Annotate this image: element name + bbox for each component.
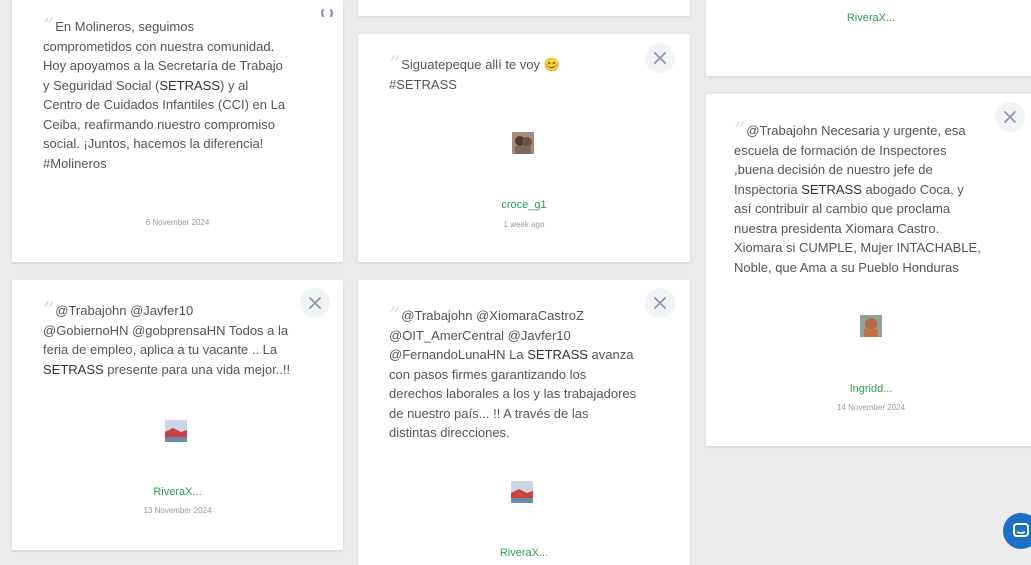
post-card[interactable]: ”@Trabajohn @XiomaraCastroZ @OIT_AmerCen… — [358, 280, 690, 565]
keyword-highlight: SETRASS — [801, 181, 862, 197]
avatar[interactable] — [860, 315, 882, 337]
post-card[interactable]: RiveraX... — [706, 0, 1031, 76]
quote-icon: ” — [43, 15, 55, 40]
post-text: ”En Molineros, seguimos comprometidos co… — [43, 15, 286, 171]
post-date: 13 November 2024 — [143, 506, 212, 515]
post-date: 14 November 2024 — [836, 403, 906, 412]
social-wall: ”En Molineros, seguimos comprometidos co… — [0, 0, 1031, 565]
post-text: ”@Trabajohn @Javfer10 @GobiernoHN @gobpr… — [43, 299, 291, 377]
post-text: ”@Trabajohn @XiomaraCastroZ @OIT_AmerCen… — [389, 304, 637, 441]
quote-icon: ” — [734, 119, 746, 144]
quote-icon: ” — [389, 304, 401, 329]
author-name[interactable]: Ingridd... — [706, 383, 1031, 395]
quote-icon: ” — [43, 299, 55, 324]
author-name[interactable]: croce_g1 — [358, 199, 690, 211]
post-card[interactable] — [358, 0, 690, 16]
keyword-highlight: SETRASS — [43, 361, 104, 377]
avatar[interactable] — [512, 132, 534, 154]
quote-icon: ” — [389, 53, 401, 78]
chat-icon[interactable] — [1003, 513, 1031, 549]
post-card[interactable]: ”En Molineros, seguimos comprometidos co… — [12, 0, 343, 262]
avatar[interactable] — [511, 481, 533, 503]
post-card[interactable]: ”Siguatepeque allí te voy 😊 #SETRASS cro… — [358, 34, 690, 262]
post-date: 6 November 2024 — [145, 218, 210, 227]
author-name[interactable]: RiveraX... — [358, 547, 690, 559]
keyword-highlight: SETRASS — [159, 77, 221, 93]
smile-emoji: 😊 — [543, 57, 560, 72]
post-text: ”@Trabajohn Necesaria y urgente, esa esc… — [734, 119, 981, 275]
author-name[interactable]: RiveraX... — [706, 12, 1031, 24]
author-name[interactable]: RiveraX... — [12, 486, 343, 498]
avatar[interactable] — [165, 420, 187, 442]
post-text: ”Siguatepeque allí te voy 😊 #SETRASS — [389, 53, 560, 92]
post-date: 1 week ago — [503, 220, 545, 229]
keyword-highlight: SETRASS — [527, 347, 588, 362]
post-card[interactable]: ”@Trabajohn @Javfer10 @GobiernoHN @gobpr… — [12, 280, 343, 550]
post-card[interactable]: ”@Trabajohn Necesaria y urgente, esa esc… — [706, 94, 1031, 446]
